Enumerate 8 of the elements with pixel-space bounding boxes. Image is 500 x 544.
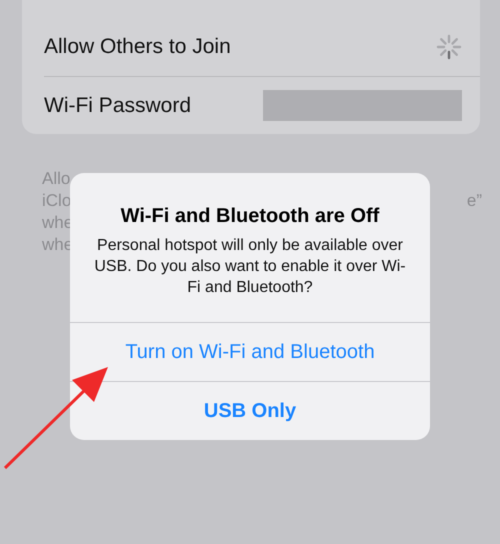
alert-title: Wi-Fi and Bluetooth are Off (120, 204, 380, 229)
spinner-icon (436, 34, 462, 60)
footer-text: e” (466, 190, 482, 212)
setting-label: Allow Others to Join (44, 34, 231, 60)
setting-label: Wi-Fi Password (44, 92, 192, 119)
alert-message: Personal hotspot will only be available over USB. Do you also want to enable it over Wi-Fi and Bluetooth? (93, 236, 407, 298)
footer-text: iClo (42, 190, 72, 212)
footer-text: Allo (42, 168, 70, 190)
